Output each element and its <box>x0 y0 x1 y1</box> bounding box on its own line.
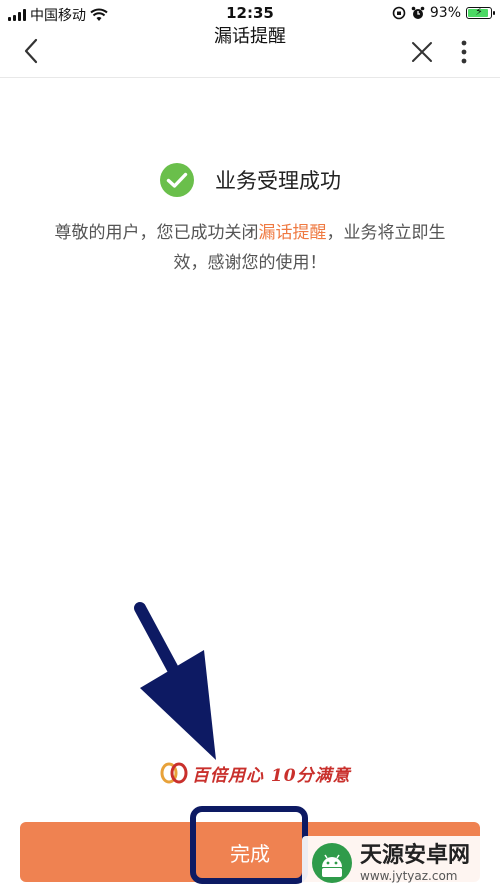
message-highlight: 漏话提醒 <box>258 223 327 243</box>
brand-slogan: 百倍用心 10分满意 <box>160 758 351 788</box>
orientation-lock-icon <box>392 6 406 20</box>
watermark-text: 天源安卓网 www.jytyaz.com <box>360 843 470 883</box>
check-circle-icon <box>160 163 194 197</box>
brand-slogan-text: 百倍用心 10分满意 <box>192 765 351 786</box>
brand-logo-icon <box>160 762 188 784</box>
result-message: 尊敬的用户，您已成功关闭漏话提醒，业务将立即生效，感谢您的使用！ <box>40 218 460 278</box>
watermark-android-icon <box>312 842 352 883</box>
watermark: 天源安卓网 www.jytyaz.com <box>302 836 500 889</box>
watermark-url: www.jytyaz.com <box>360 868 458 883</box>
annotation-arrow-icon <box>134 602 216 760</box>
battery-icon: ⚡ <box>466 5 495 19</box>
battery-percent: 93% <box>429 5 461 21</box>
status-bar: 中国移动 12:35 93% ⚡ <box>0 0 500 26</box>
back-icon[interactable] <box>18 36 46 66</box>
nav-bar: 漏话提醒 <box>0 26 500 78</box>
more-vertical-icon[interactable] <box>450 36 478 68</box>
annotation-highlight-box <box>190 806 308 884</box>
close-icon[interactable] <box>408 38 436 66</box>
message-text-1: 尊敬的用户，您已成功关闭 <box>54 223 259 243</box>
result-header: 业务受理成功 <box>0 160 500 200</box>
status-right: 93% ⚡ <box>392 5 495 21</box>
result-title: 业务受理成功 <box>215 169 341 193</box>
alarm-icon <box>411 6 425 19</box>
watermark-name: 天源安卓网 <box>360 842 471 868</box>
